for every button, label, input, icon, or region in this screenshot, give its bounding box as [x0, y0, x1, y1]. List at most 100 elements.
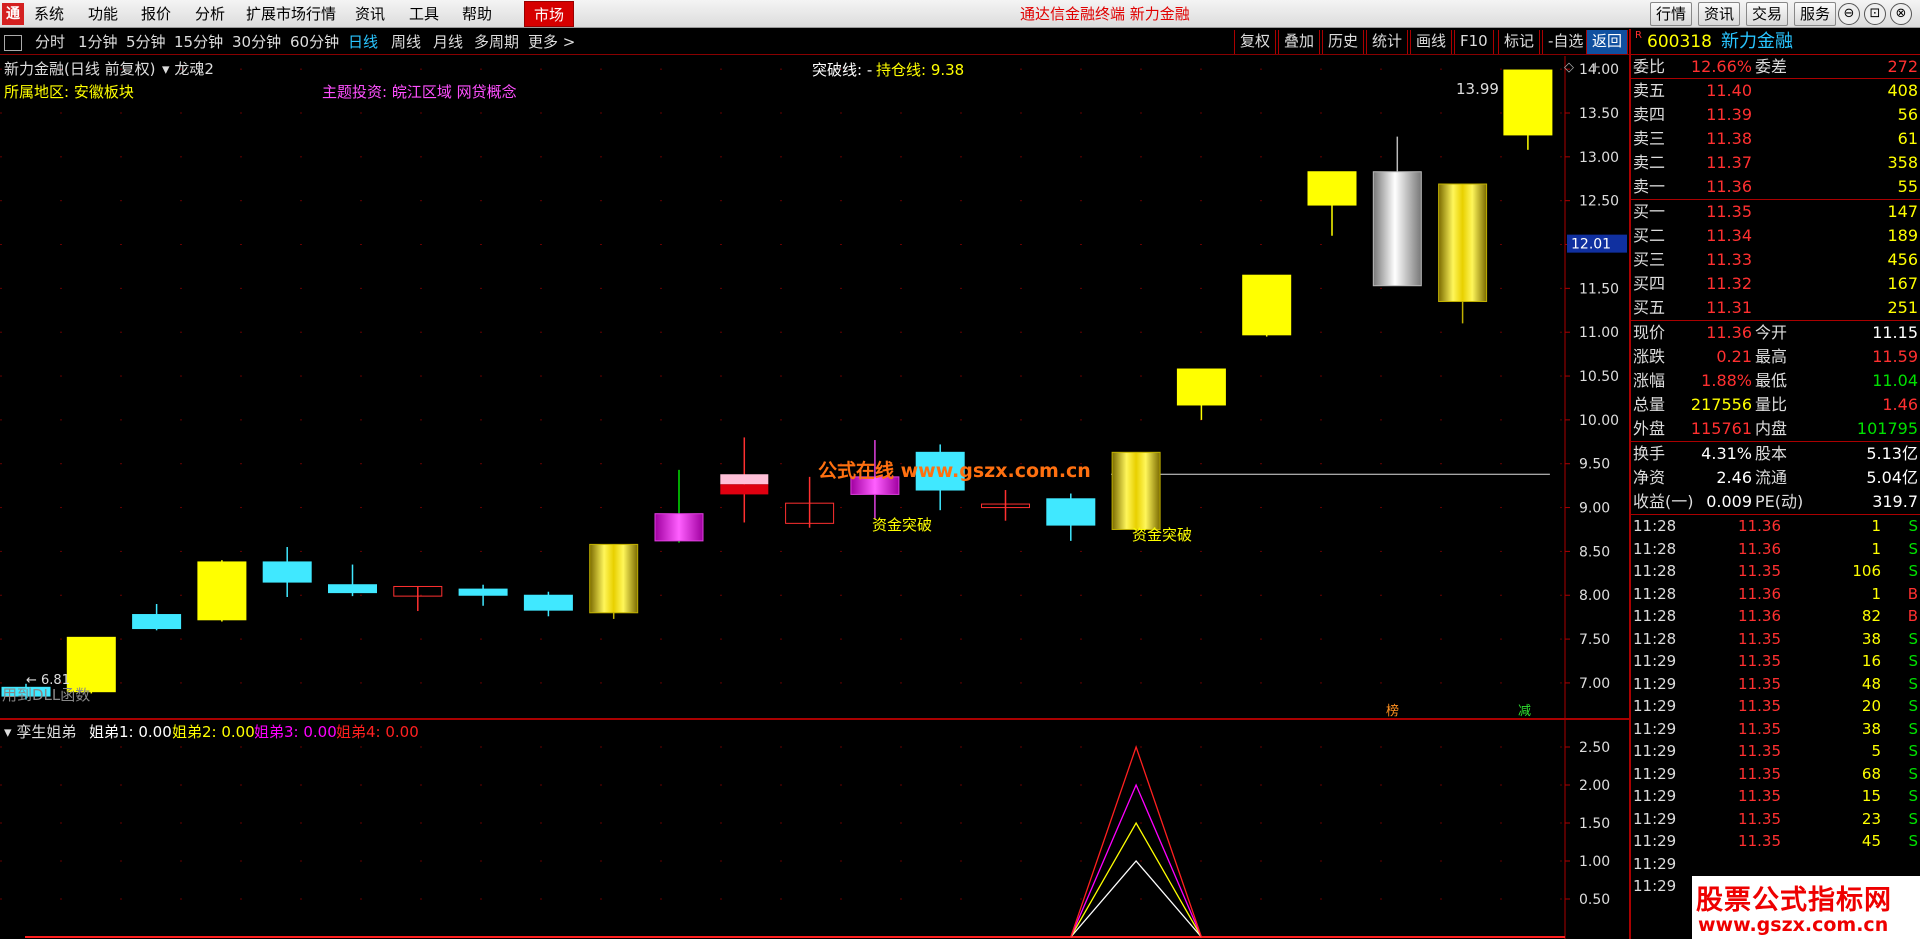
stat-row: 现价 11.36 今开 11.15 [1631, 321, 1920, 345]
tick-row[interactable]: 11:29 [1631, 853, 1920, 876]
quote-button[interactable]: 行情 [1650, 2, 1693, 26]
order-row[interactable]: 卖一 11.36 55 [1631, 175, 1920, 199]
menu-quote[interactable]: 报价 [141, 0, 171, 28]
order-row[interactable]: 买三 11.33 456 [1631, 248, 1920, 272]
order-row[interactable]: 买五 11.31 251 [1631, 296, 1920, 320]
tick-list[interactable]: 11:28 11.36 1 S 11:28 11.36 1 S 11:28 11.35 106 S 11… [1631, 515, 1920, 898]
adjust-button[interactable]: 复权 [1234, 30, 1277, 54]
order-volume: 55 [1897, 177, 1918, 196]
tick-side: S [1908, 832, 1918, 850]
order-row[interactable]: 卖五 11.40 408 [1631, 79, 1920, 103]
period-1min[interactable]: 1分钟 [78, 32, 118, 52]
order-row[interactable]: 买一 11.35 147 [1631, 200, 1920, 224]
minimize-icon[interactable]: ⊖ [1838, 3, 1860, 25]
period-more[interactable]: 更多 > [528, 32, 575, 52]
history-button[interactable]: 历史 [1322, 30, 1365, 54]
rank-badge: 榜 [1386, 704, 1400, 719]
period-monthly[interactable]: 月线 [433, 32, 463, 52]
news-button[interactable]: 资讯 [1698, 2, 1741, 26]
stat-label: 外盘 [1633, 419, 1666, 438]
period-daily[interactable]: 日线 [348, 32, 378, 52]
toggle-panel-icon[interactable] [4, 35, 22, 51]
menu-tools[interactable]: 工具 [409, 0, 439, 28]
tick-row[interactable]: 11:29 11.35 20 S [1631, 695, 1920, 718]
candle-body [1111, 451, 1161, 530]
stat-value: 11.04 [1872, 371, 1918, 390]
mark-button[interactable]: 标记 [1498, 30, 1541, 54]
stat-value: 4.31% [1701, 444, 1752, 463]
period-30min[interactable]: 30分钟 [232, 32, 281, 52]
tick-row[interactable]: 11:28 11.36 1 S [1631, 538, 1920, 561]
order-row[interactable]: 买四 11.32 167 [1631, 272, 1920, 296]
draw-line-button[interactable]: 画线 [1410, 30, 1453, 54]
tick-row[interactable]: 11:29 11.35 16 S [1631, 650, 1920, 673]
period-tick[interactable]: 分时 [35, 32, 65, 52]
twin-indicator-plot[interactable]: 2.50 2.00 1.50 1.00 0.50 [0, 720, 1630, 939]
menu-help[interactable]: 帮助 [462, 0, 492, 28]
menu-system[interactable]: 系统 [34, 0, 64, 28]
close-icon[interactable]: ⊗ [1890, 3, 1912, 25]
service-button[interactable]: 服务 [1794, 2, 1837, 26]
period-60min[interactable]: 60分钟 [290, 32, 339, 52]
order-volume: 251 [1887, 298, 1918, 317]
menu-analysis[interactable]: 分析 [195, 0, 225, 28]
market-button[interactable]: 市场 [524, 1, 574, 27]
tick-volume: 48 [1861, 674, 1881, 693]
tick-row[interactable]: 11:28 11.36 82 B [1631, 605, 1920, 628]
order-row[interactable]: 卖二 11.37 358 [1631, 151, 1920, 175]
tick-row[interactable]: 11:29 11.35 45 S [1631, 830, 1920, 853]
weibi-label: 委比 [1633, 57, 1666, 76]
period-5min[interactable]: 5分钟 [126, 32, 166, 52]
tick-time: 11:29 [1633, 877, 1677, 895]
tick-row[interactable]: 11:28 11.35 38 S [1631, 628, 1920, 651]
f10-button[interactable]: F10 [1454, 30, 1494, 54]
order-row[interactable]: 卖三 11.38 61 [1631, 127, 1920, 151]
stock-name: 新力金融 [1721, 31, 1793, 52]
stat-value: 1.46 [1882, 395, 1918, 414]
back-button[interactable]: 返回 [1586, 30, 1629, 54]
stat-label: 收益(一) [1633, 492, 1694, 511]
order-row[interactable]: 买二 11.34 189 [1631, 224, 1920, 248]
period-multi[interactable]: 多周期 [474, 32, 519, 52]
tick-row[interactable]: 11:29 11.35 5 S [1631, 740, 1920, 763]
chevron-down-icon[interactable]: ▾ [162, 60, 174, 78]
tick-row[interactable]: 11:29 11.35 38 S [1631, 718, 1920, 741]
tick-row[interactable]: 11:29 11.35 23 S [1631, 808, 1920, 831]
indicator-title[interactable]: ▾ 孪生姐弟 [4, 721, 76, 742]
indicator-name[interactable]: ▾ 龙魂2 [162, 58, 214, 79]
statistics-button[interactable]: 统计 [1366, 30, 1409, 54]
dll-label: 用到DLL函数 [2, 686, 91, 704]
tick-row[interactable]: 11:29 11.35 48 S [1631, 673, 1920, 696]
main-chart[interactable]: 14.0013.5013.0012.5012.0011.5011.0010.50… [0, 56, 1630, 719]
stat-value: 101795 [1856, 419, 1918, 438]
restore-icon[interactable]: ⊡ [1864, 3, 1886, 25]
menu-extended-market[interactable]: 扩展市场行情 [246, 0, 336, 28]
order-price: 11.39 [1706, 105, 1752, 124]
indicator-title-text: 孪生姐弟 [16, 723, 77, 741]
tick-row[interactable]: 11:29 11.35 68 S [1631, 763, 1920, 786]
tick-row[interactable]: 11:28 11.36 1 B [1631, 583, 1920, 606]
period-weekly[interactable]: 周线 [391, 32, 421, 52]
stat-value: 0.009 [1706, 492, 1752, 511]
indicator-label: 龙魂2 [174, 60, 214, 78]
tick-row[interactable]: 11:29 11.35 15 S [1631, 785, 1920, 808]
menu-function[interactable]: 功能 [88, 0, 118, 28]
site-watermark: 股票公式指标网 www.gszx.com.cn [1692, 876, 1920, 939]
candlestick-chart[interactable]: 14.0013.5013.0012.5012.0011.5011.0010.50… [0, 56, 1630, 718]
stock-header: R 600318 新力金融 [1631, 29, 1920, 55]
tick-row[interactable]: 11:28 11.36 1 S [1631, 515, 1920, 538]
chevron-down-icon[interactable]: ▾ [4, 723, 16, 741]
menu-news[interactable]: 资讯 [355, 0, 385, 28]
period-15min[interactable]: 15分钟 [174, 32, 223, 52]
watchlist-button[interactable]: -自选 [1542, 30, 1590, 54]
order-row[interactable]: 卖四 11.39 56 [1631, 103, 1920, 127]
candle-body [523, 594, 573, 611]
trade-button[interactable]: 交易 [1746, 2, 1789, 26]
menu-bar: 通 系统 功能 报价 分析 扩展市场行情 资讯 工具 帮助 市场 通达信金融终端… [0, 0, 1920, 28]
tick-volume: 38 [1861, 719, 1881, 738]
tick-row[interactable]: 11:28 11.35 106 S [1631, 560, 1920, 583]
chart-title: 新力金融(日线 前复权) [4, 60, 156, 78]
overlay-button[interactable]: 叠加 [1278, 30, 1321, 54]
plus-icon[interactable]: + [1590, 60, 1601, 75]
indicator-chart[interactable]: 2.50 2.00 1.50 1.00 0.50 ▾ 孪生姐弟 姐弟1: 0.00 姐弟… [0, 720, 1630, 939]
